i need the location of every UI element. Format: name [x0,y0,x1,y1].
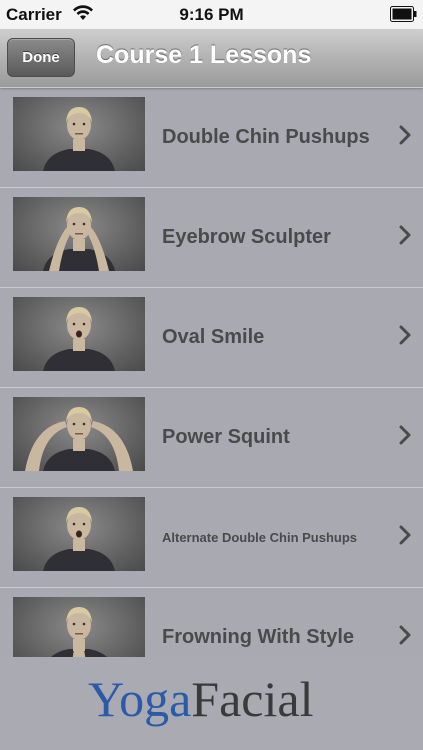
lesson-thumbnail [13,97,145,171]
done-button[interactable]: Done [7,38,75,77]
lesson-row[interactable]: Alternate Double Chin Pushups [0,487,423,588]
logo-facial-text: Facial [191,671,314,727]
logo-yoga-text: Yoga [88,671,192,727]
lesson-title: Oval Smile [162,325,265,348]
chevron-right-icon [399,425,411,445]
clock: 9:16 PM [179,5,244,24]
battery-icon [390,6,417,22]
chevron-right-icon [399,125,411,145]
lesson-title: Alternate Double Chin Pushups [162,529,358,545]
navigation-bar: Done Course 1 Lessons [0,29,423,88]
chevron-right-icon [399,225,411,245]
lesson-row[interactable]: Oval Smile [0,287,423,388]
lesson-thumbnail [13,397,145,471]
lesson-row[interactable]: Power Squint [0,387,423,488]
lesson-title: Frowning With Style [162,625,355,648]
lesson-row[interactable]: Frowning With Style [0,587,423,657]
chevron-right-icon [399,325,411,345]
lesson-title: Eyebrow Sculpter [162,225,331,248]
lesson-thumbnail [13,297,145,371]
lesson-thumbnail [13,597,145,657]
yogafacial-logo: YogaFacial [88,669,313,729]
lesson-thumbnail [13,497,145,571]
chevron-right-icon [399,525,411,545]
lesson-thumbnail [13,197,145,271]
lesson-row[interactable]: Eyebrow Sculpter [0,187,423,288]
chevron-right-icon [399,625,411,645]
page-title: Course 1 Lessons [96,41,312,69]
lesson-title: Power Squint [162,425,290,448]
lesson-row[interactable]: Double Chin Pushups [0,87,423,188]
footer: YogaFacial [0,657,423,750]
lesson-title: Double Chin Pushups [162,125,370,148]
status-bar: Carrier 9:16 PM [0,0,423,29]
lesson-list: Double Chin Pushups Eyebrow Sculpter Ova… [0,87,423,657]
